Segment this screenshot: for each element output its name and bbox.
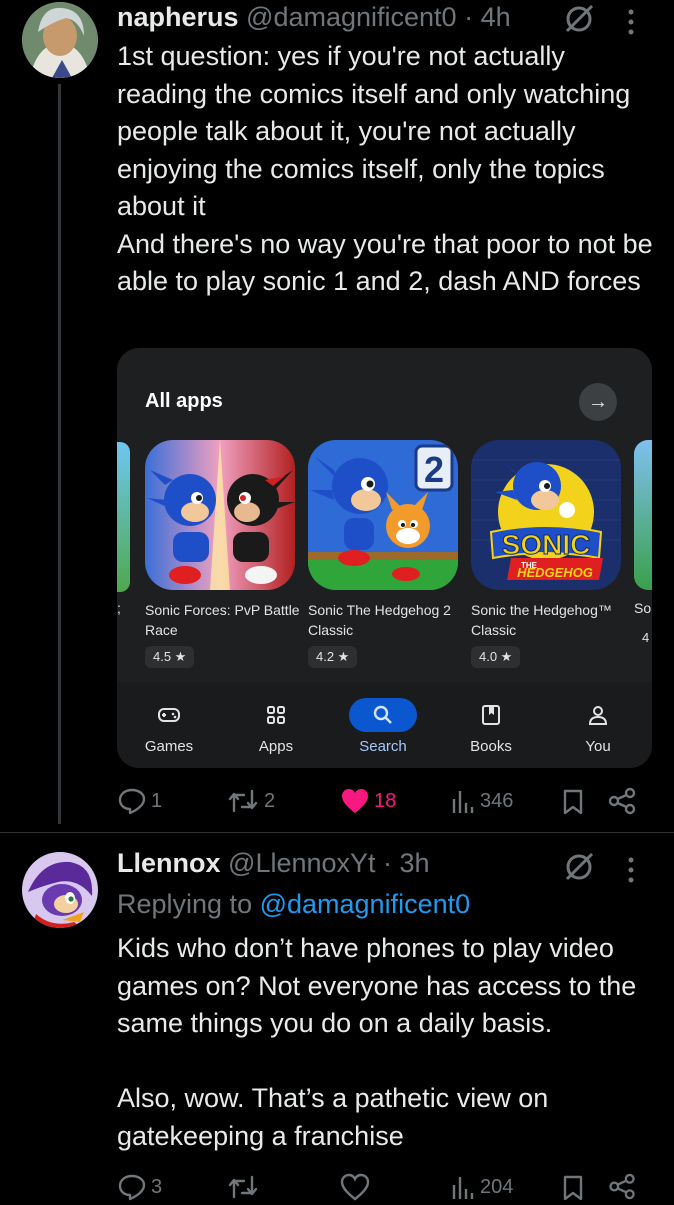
- app-name[interactable]: Sonic The Hedgehog 2 Classic: [308, 600, 468, 640]
- reply-button[interactable]: 3: [117, 1173, 162, 1201]
- playstore-bottom-nav: Games Apps Search Books You: [117, 682, 652, 768]
- book-icon: [457, 698, 525, 732]
- app-rating: 4.0 ★: [471, 646, 521, 668]
- app-rating: 4.2 ★: [308, 646, 358, 668]
- nav-label: You: [585, 738, 611, 755]
- avatar[interactable]: [22, 2, 98, 78]
- handle[interactable]: @LlennoxYt: [228, 848, 376, 878]
- nav-label: Search: [359, 738, 407, 755]
- logo-text-sonic: SONIC: [502, 529, 591, 560]
- more-vertical-icon[interactable]: [626, 856, 636, 889]
- apps-grid-icon: [242, 698, 310, 732]
- nav-apps[interactable]: Apps: [221, 698, 331, 755]
- retweet-icon: [228, 789, 258, 813]
- nav-books[interactable]: Books: [436, 698, 546, 755]
- like-button[interactable]: 18: [340, 787, 396, 815]
- logo-text-hedgehog: HEDGEHOG: [517, 565, 593, 580]
- reply-icon: [118, 788, 146, 815]
- tweet-text: 1st question: yes if you're not actually…: [117, 41, 653, 296]
- thread-connector: [58, 84, 61, 824]
- more-vertical-icon[interactable]: [626, 8, 636, 41]
- app-name-partial[interactable]: So: [634, 600, 651, 616]
- arrow-right-icon[interactable]: →: [579, 383, 617, 421]
- share-icon[interactable]: [608, 1173, 636, 1205]
- person-icon: [564, 698, 632, 732]
- reply-icon: [118, 1174, 146, 1201]
- tweet-header: napherus @damagnificent0 · 4h: [117, 2, 511, 33]
- tweet-text: Kids who don’t have phones to play video…: [117, 933, 637, 1151]
- gamepad-icon: [135, 698, 203, 732]
- retweet-count: 2: [264, 789, 276, 812]
- app-icon-sonic-classic[interactable]: SONIC THE HEDGEHOG: [471, 440, 621, 590]
- retweet-button[interactable]: 2: [226, 787, 275, 815]
- replying-to: Replying to @damagnificent0: [117, 889, 470, 920]
- grok-slash-icon[interactable]: [562, 852, 596, 887]
- nav-games[interactable]: Games: [117, 698, 224, 755]
- display-name[interactable]: napherus: [117, 2, 239, 32]
- bookmark-icon[interactable]: [562, 788, 584, 821]
- tweet-header: Llennox @LlennoxYt · 3h: [117, 848, 430, 879]
- bookmark-icon[interactable]: [562, 1174, 584, 1205]
- nav-label: Apps: [258, 738, 294, 755]
- avatar[interactable]: [22, 852, 98, 928]
- app-icon-partial-left: [117, 442, 130, 592]
- share-icon[interactable]: [608, 787, 636, 820]
- reply-count: 3: [151, 1175, 163, 1198]
- replying-to-label: Replying to: [117, 889, 260, 919]
- heart-outline-icon: [340, 1173, 370, 1201]
- views-chart-icon: [452, 791, 474, 813]
- views-button[interactable]: 204: [450, 1173, 513, 1201]
- nav-you[interactable]: You: [543, 698, 652, 755]
- logo-text-two: 2: [424, 449, 444, 490]
- app-rating: 4.5 ★: [145, 646, 195, 668]
- app-icon-partial-right[interactable]: [634, 440, 652, 590]
- nav-search[interactable]: Search: [328, 698, 438, 755]
- view-count: 204: [480, 1175, 514, 1198]
- timestamp[interactable]: · 4h: [464, 2, 511, 32]
- heart-filled-icon: [342, 789, 368, 813]
- partial-app-label: ;: [117, 600, 121, 616]
- app-icon-sonic-forces[interactable]: [145, 440, 295, 590]
- divider: [0, 832, 674, 833]
- attached-image-playstore[interactable]: All apps → ; Sonic Forces: PvP Battle Ra…: [117, 348, 652, 768]
- app-name[interactable]: Sonic Forces: PvP Battle Race: [145, 600, 305, 640]
- nav-label: Books: [470, 738, 512, 755]
- reply-button[interactable]: 1: [117, 787, 162, 815]
- retweet-button[interactable]: [226, 1173, 260, 1201]
- section-title: All apps: [145, 390, 223, 412]
- app-name[interactable]: Sonic the Hedgehog™ Classic: [471, 600, 631, 640]
- like-count: 18: [374, 789, 397, 812]
- handle[interactable]: @damagnificent0: [246, 2, 457, 32]
- app-rating-partial: 4: [642, 630, 650, 645]
- views-chart-icon: [452, 1177, 474, 1199]
- like-button[interactable]: [340, 1173, 370, 1201]
- app-icon-sonic-2-classic[interactable]: 2: [308, 440, 458, 590]
- timestamp[interactable]: · 3h: [383, 848, 430, 878]
- views-button[interactable]: 346: [450, 787, 513, 815]
- grok-slash-icon[interactable]: [562, 4, 596, 39]
- retweet-icon: [228, 1175, 258, 1199]
- search-icon: [349, 698, 417, 732]
- display-name[interactable]: Llennox: [117, 848, 221, 878]
- reply-count: 1: [151, 789, 163, 812]
- replying-to-link[interactable]: @damagnificent0: [260, 889, 471, 919]
- nav-label: Games: [144, 738, 194, 755]
- view-count: 346: [480, 789, 514, 812]
